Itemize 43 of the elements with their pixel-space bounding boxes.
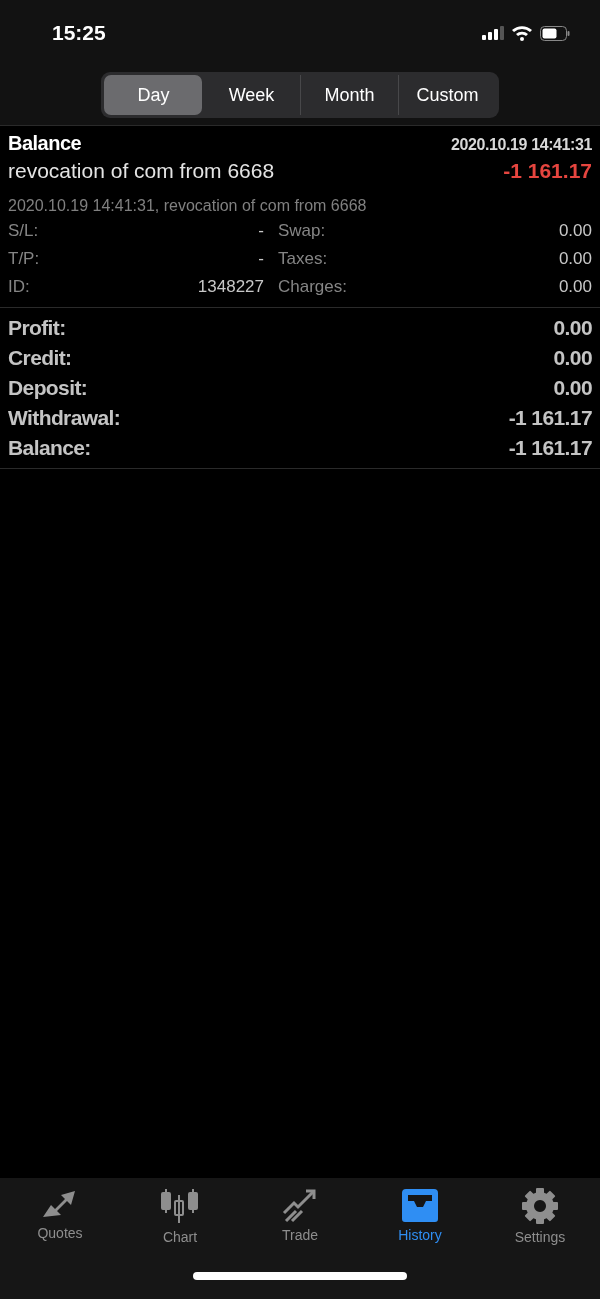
detail-value: -	[258, 249, 264, 269]
inbox-icon	[400, 1187, 440, 1223]
summary-value: 0.00	[553, 376, 592, 400]
detail-label: Swap:	[277, 221, 327, 241]
summary-value: 0.00	[553, 316, 592, 340]
wifi-icon	[511, 25, 533, 41]
tab-bar-item[interactable]: History	[360, 1186, 480, 1246]
summary-label: Balance:	[8, 436, 91, 460]
status-time: 15:25	[52, 21, 106, 45]
period-tab[interactable]: Week	[202, 75, 300, 115]
tab-bar-item[interactable]: Chart	[120, 1186, 240, 1246]
summary-value: -1 161.17	[508, 406, 592, 430]
summary-value: -1 161.17	[508, 436, 592, 460]
detail-label: T/P:	[8, 249, 40, 269]
summary-label: Withdrawal:	[8, 406, 121, 430]
summary-value: 0.00	[553, 346, 592, 370]
detail-value: -	[258, 221, 264, 241]
summary-label: Credit:	[8, 346, 72, 370]
detail-value: 0.00	[558, 277, 592, 297]
detail-label: Charges:	[277, 277, 348, 297]
detail-value: 0.00	[558, 249, 592, 269]
candlestick-icon	[160, 1187, 200, 1225]
tab-bar-item[interactable]: Quotes	[0, 1186, 120, 1246]
summary-label: Deposit:	[8, 376, 88, 400]
detail-value: 1348227	[197, 277, 264, 297]
settings-icon	[521, 1187, 559, 1225]
detail-value: 0.00	[558, 221, 592, 241]
deal-description: 2020.10.19 14:41:31, revocation of com from 6668	[8, 197, 368, 215]
detail-label: S/L:	[8, 221, 39, 241]
deal-comment: revocation of com from 6668	[8, 159, 275, 183]
deal-time: 2020.10.19 14:41:31	[451, 136, 592, 154]
tab-bar-item[interactable]: Trade	[240, 1186, 360, 1246]
detail-label: ID:	[8, 277, 30, 297]
period-tab[interactable]: Day	[104, 75, 202, 115]
signal-icon	[482, 26, 504, 40]
summary-label: Profit:	[8, 316, 66, 340]
detail-label: Taxes:	[277, 249, 329, 269]
tab-bar-item[interactable]: Settings	[480, 1186, 600, 1246]
deal-amount: -1 161.17	[503, 159, 592, 183]
period-tab[interactable]: Custom	[398, 75, 496, 115]
period-tab[interactable]: Month	[300, 75, 398, 115]
deal-type: Balance	[8, 132, 82, 155]
battery-icon	[540, 25, 570, 41]
